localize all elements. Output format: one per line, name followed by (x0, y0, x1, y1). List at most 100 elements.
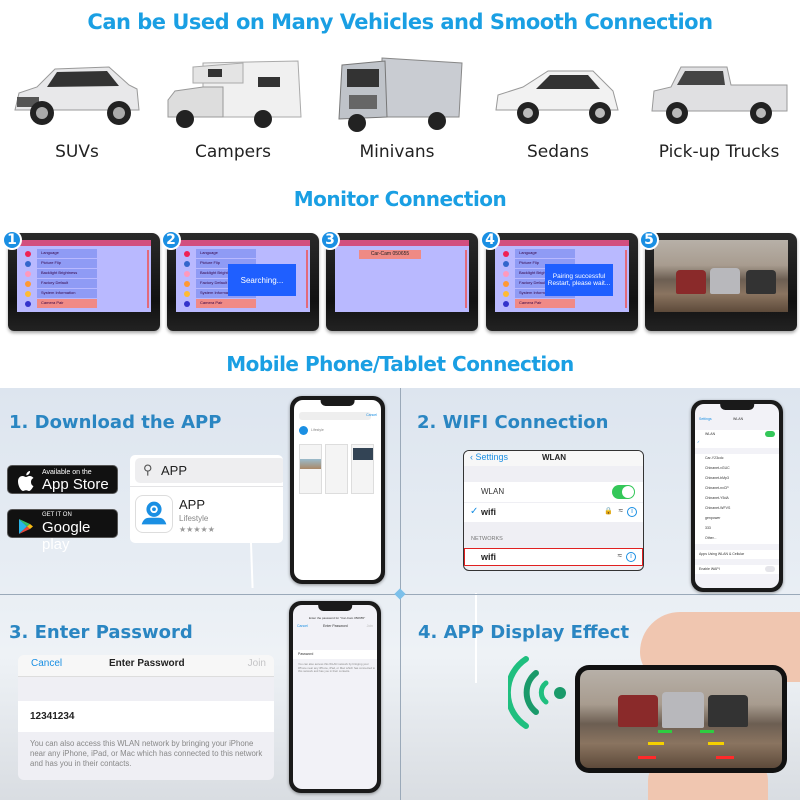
phone-network-list: Car-Y23cdc Chinanet-vGUC Chinanet-bMp3 Chin… (695, 454, 779, 544)
phone-network-row[interactable]: Chinanet-bMp3 (705, 476, 729, 480)
join-button[interactable]: Join (248, 658, 266, 669)
enter-password-card: Cancel Enter Password Join 12341234 You … (18, 655, 274, 780)
phone-network-row[interactable]: Other... (705, 536, 716, 540)
guide-line-yellow (708, 742, 724, 745)
vehicle-label: Campers (195, 142, 271, 162)
vehicles-heading: Can be Used on Many Vehicles and Smooth … (87, 10, 713, 34)
menu-item-backlight[interactable]: Backlight Brightness (37, 269, 97, 278)
phone-network-row[interactable]: Chinanet-WFVS (705, 506, 730, 510)
download-title: 1. Download the APP (9, 412, 222, 433)
phone-network-row[interactable]: Chinanet-nxCP (705, 486, 729, 490)
app-search-input[interactable]: ⚲ APP (135, 458, 283, 483)
vehicle-sedan: Sedans (483, 50, 633, 165)
camper-image (167, 60, 302, 128)
phone-network-row[interactable]: Chinanet-vGUC (705, 466, 730, 470)
monitor-heading: Monitor Connection (293, 187, 507, 211)
app-camera-feed (580, 670, 782, 768)
menu-item-camera-pair[interactable]: Camera Pair (196, 299, 256, 308)
phone-app-display (575, 665, 787, 773)
car-silver (710, 268, 740, 294)
car-silver (662, 692, 704, 728)
search-icon: ⚲ (143, 462, 153, 477)
phone-password-field[interactable]: Password (293, 650, 377, 659)
vehicle-minivan: Minivans (322, 50, 472, 165)
car-black (708, 695, 748, 727)
car-red (676, 270, 706, 294)
back-settings-link[interactable]: ‹ Settings (470, 452, 508, 462)
monitor-screen: Car-Cam 050655 (335, 240, 469, 312)
monitor-step-5: 5 (639, 230, 797, 331)
vehicle-label: SUVs (55, 142, 99, 162)
wifi-title: 2. WIFI Connection (417, 412, 609, 433)
sedan-image (495, 70, 619, 124)
password-title: 3. Enter Password (9, 622, 193, 643)
phone-enter-password: Enter the password for "Car-Cam 050655" … (289, 601, 381, 793)
app-icon-small (299, 426, 308, 435)
step-badge: 2 (161, 230, 181, 250)
monitor-screen: Language Picture Flip Backlight Brightne… (495, 240, 629, 312)
wlan-toggle-small[interactable] (765, 431, 775, 437)
wireless-signal-icon (508, 656, 566, 729)
monitor-screen: Language Picture Flip Backlight Brightne… (17, 240, 151, 312)
lock-icon: 🔒 (604, 508, 613, 515)
car-black (746, 270, 776, 294)
app-store-button[interactable]: Available on the App Store (7, 465, 118, 494)
phone-network-row[interactable]: Chinanet-Y5dA (705, 496, 729, 500)
camera-feed (654, 240, 788, 312)
info-icon[interactable]: i (627, 507, 637, 517)
phone-search-bar[interactable] (299, 412, 371, 420)
phone-network-row[interactable]: 333 (705, 526, 711, 530)
guide-line-red (716, 756, 734, 759)
pairing-popup: Pairing successful Restart, please wait.… (545, 264, 613, 296)
guide-line-green (658, 730, 672, 733)
menu-item-camera-pair[interactable]: Camera Pair (515, 299, 575, 308)
menu-item-camera-pair[interactable]: Camera Pair (37, 299, 97, 308)
box-truck-image (338, 57, 463, 132)
wapi-toggle[interactable] (765, 566, 775, 572)
wifi-signal-icon: ≈ (617, 551, 622, 560)
menu-item-factory-default[interactable]: Factory Default (37, 279, 97, 288)
app-category: Lifestyle (179, 514, 209, 523)
password-field[interactable]: 12341234 (18, 701, 274, 732)
guide-line-yellow (648, 742, 664, 745)
wlan-nav-title: WLAN (542, 453, 566, 462)
phone-network-row[interactable]: genpower (705, 516, 720, 520)
step-badge: 5 (639, 230, 659, 250)
cancel-button[interactable]: Cancel (31, 658, 62, 669)
monitor-step-2: Language Picture Flip Backlight Brightne… (161, 230, 319, 331)
menu-item-picture-flip[interactable]: Picture Flip (37, 259, 97, 268)
info-icon[interactable]: i (626, 552, 636, 562)
monitor-step-1: Language Picture Flip Backlight Brightne… (2, 230, 160, 331)
checkmark-icon: ✓ (470, 506, 479, 517)
wifi-signal-icon: ≈ (618, 506, 623, 515)
menu-item-language[interactable]: Language (37, 249, 97, 258)
step-badge: 3 (320, 230, 340, 250)
app-icon[interactable] (135, 495, 173, 533)
suv-image (14, 66, 140, 125)
app-rating: ★★★★★ (179, 525, 215, 534)
google-play-icon (19, 519, 33, 534)
device-list-item[interactable]: Car-Cam 050655 (359, 250, 421, 259)
app-name: APP (179, 497, 206, 512)
menu-item-system-info[interactable]: System Information (37, 289, 97, 298)
menu-item-language[interactable]: Language (196, 249, 256, 258)
connected-network-row[interactable]: ✓ wifi 🔒 ≈ i (464, 503, 643, 522)
vehicle-suv: SUVs (2, 50, 152, 165)
wlan-settings-card: ‹ Settings WLAN WLAN ✓ wifi 🔒 ≈ i NETWOR… (463, 450, 644, 571)
network-row-highlighted[interactable]: wifi ≈ i (464, 548, 643, 566)
wlan-toggle[interactable] (612, 485, 635, 499)
password-hint: You can also access this WLAN network by… (30, 739, 263, 768)
google-play-button[interactable]: GET IT ON Google play (7, 509, 118, 553)
step-badge: 4 (480, 230, 500, 250)
vehicle-camper: Campers (158, 50, 308, 165)
pickup-truck-image (651, 66, 788, 124)
apple-icon (18, 471, 34, 491)
phone-app-store: Cancel Lifestyle (290, 396, 385, 584)
divider-diamond (394, 588, 406, 600)
monitor-screen: Language Picture Flip Backlight Brightne… (176, 240, 310, 312)
phone-network-row[interactable]: Car-Y23cdc (705, 456, 723, 460)
vehicle-list: SUVs Campers Minivans Sedans Pick-up Tru… (0, 50, 800, 170)
monitor-steps: Language Picture Flip Backlight Brightne… (0, 230, 800, 335)
guide-line-red (638, 756, 656, 759)
menu-item-language[interactable]: Language (515, 249, 575, 258)
